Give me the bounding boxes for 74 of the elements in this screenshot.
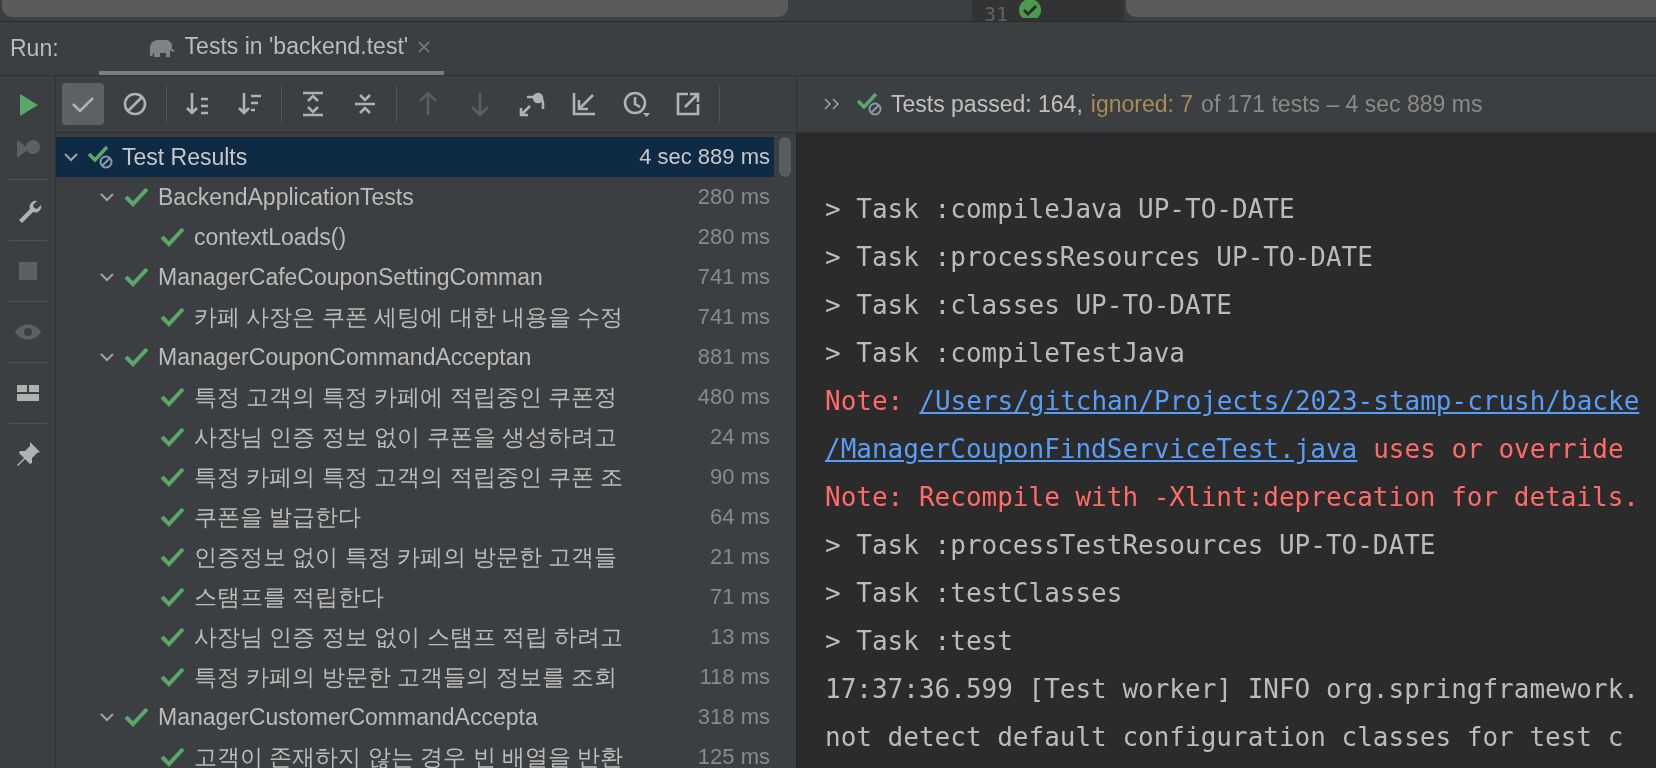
- tree-row[interactable]: ManagerCouponCommandAcceptan 881 ms: [56, 337, 774, 377]
- test-name: 사장님 인증 정보 없이 쿠폰을 생성하려고: [194, 422, 617, 452]
- status-text: Tests passed: 164,: [891, 90, 1083, 118]
- test-name: 쿠폰을 발급한다: [194, 502, 362, 532]
- test-name: 특정 카페의 특정 고객의 적립중인 쿠폰 조: [194, 462, 624, 492]
- console-line: Note: Recompile with -Xlint:deprecation for details.: [825, 482, 1639, 512]
- file-link[interactable]: /ManagerCouponFindServiceTest.java: [825, 434, 1358, 464]
- tree-row[interactable]: 고객이 존재하지 않는 경우 빈 배열을 반환 125 ms: [56, 737, 774, 768]
- test-duration: 280 ms: [696, 184, 770, 210]
- test-duration: 4 sec 889 ms: [638, 144, 770, 170]
- test-duration: 741 ms: [696, 304, 770, 330]
- tree-row[interactable]: BackendApplicationTests 280 ms: [56, 177, 774, 217]
- scrollbar[interactable]: [1126, 0, 1656, 17]
- status-text: of 171 tests – 4 sec 889 ms: [1201, 90, 1483, 118]
- scrollbar[interactable]: [2, 0, 788, 17]
- console-line: not detect default configuration classes for test c: [825, 722, 1624, 752]
- test-name: 특정 카페의 방문한 고객들의 정보를 조회: [194, 662, 617, 692]
- test-name: 특정 고객의 특정 카페에 적립중인 쿠폰정: [194, 382, 617, 412]
- panel-label: Run:: [10, 35, 59, 62]
- test-duration: 21 ms: [709, 544, 770, 570]
- test-duration: 64 ms: [709, 504, 770, 530]
- console-line: > Task :processResources UP-TO-DATE: [825, 242, 1373, 272]
- console-line: > Task :classes UP-TO-DATE: [825, 290, 1232, 320]
- test-name: 사장님 인증 정보 없이 스탬프 적립 하려고: [194, 622, 624, 652]
- tree-row[interactable]: ManagerCafeCouponSettingComman 741 ms: [56, 257, 774, 297]
- status-text: ignored: 7: [1090, 90, 1194, 118]
- tree-row[interactable]: contextLoads() 280 ms: [56, 217, 774, 257]
- console-line: > Task :processTestResources UP-TO-DATE: [825, 530, 1436, 560]
- test-duration: 24 ms: [709, 424, 770, 450]
- tree-row[interactable]: 사장님 인증 정보 없이 쿠폰을 생성하려고 24 ms: [56, 417, 774, 457]
- console-line: uses or override: [1373, 434, 1624, 464]
- tree-row[interactable]: 스탬프를 적립한다 71 ms: [56, 577, 774, 617]
- test-duration: 125 ms: [696, 744, 770, 768]
- test-duration: 881 ms: [696, 344, 770, 370]
- close-icon[interactable]: [416, 38, 433, 55]
- test-name: ManagerCafeCouponSettingComman: [158, 263, 543, 291]
- test-name: contextLoads(): [194, 223, 347, 251]
- console-line: > Task :compileJava UP-TO-DATE: [825, 194, 1295, 224]
- test-duration: 13 ms: [709, 624, 770, 650]
- console-line: > Task :test: [825, 626, 1013, 656]
- tree-row[interactable]: 인증정보 없이 특정 카페의 방문한 고객들 21 ms: [56, 537, 774, 577]
- test-name: 스탬프를 적립한다: [194, 582, 385, 612]
- tree-row[interactable]: 특정 카페의 방문한 고객들의 정보를 조회 118 ms: [56, 657, 774, 697]
- test-duration: 318 ms: [696, 704, 770, 730]
- tree-row[interactable]: 쿠폰을 발급한다 64 ms: [56, 497, 774, 537]
- test-duration: 90 ms: [709, 464, 770, 490]
- test-duration: 118 ms: [698, 664, 770, 690]
- test-duration: 480 ms: [696, 384, 770, 410]
- scrollbar-thumb[interactable]: [779, 137, 791, 177]
- tree-row[interactable]: 카페 사장은 쿠폰 세팅에 대한 내용을 수정 741 ms: [56, 297, 774, 337]
- console-line: > Task :compileTestJava: [825, 338, 1186, 368]
- tree-row[interactable]: 사장님 인증 정보 없이 스탬프 적립 하려고 13 ms: [56, 617, 774, 657]
- console-line: 17:37:36.599 [Test worker] INFO org.springframework.: [825, 674, 1639, 704]
- test-duration: 280 ms: [696, 224, 770, 250]
- tree-row[interactable]: Test Results 4 sec 889 ms: [56, 137, 774, 177]
- test-name: ManagerCouponCommandAcceptan: [158, 343, 532, 371]
- test-name: BackendApplicationTests: [158, 183, 414, 211]
- console-line: Note:: [825, 386, 904, 416]
- test-name: 카페 사장은 쿠폰 세팅에 대한 내용을 수정: [194, 302, 624, 332]
- file-link[interactable]: /Users/gitchan/Projects/2023-stamp-crush/backe: [919, 386, 1640, 416]
- tree-row[interactable]: 특정 고객의 특정 카페에 적립중인 쿠폰정 480 ms: [56, 377, 774, 417]
- test-name: 인증정보 없이 특정 카페의 방문한 고객들: [194, 542, 617, 572]
- tab[interactable]: Tests in 'backend.test': [98, 22, 445, 75]
- tab-label: Tests in 'backend.test': [184, 33, 409, 60]
- test-duration: 741 ms: [696, 264, 770, 290]
- more-icon[interactable]: [823, 97, 841, 111]
- test-name: 고객이 존재하지 않는 경우 빈 배열을 반환: [194, 742, 624, 768]
- test-name: Test Results: [122, 143, 248, 171]
- tree-row[interactable]: ManagerCustomerCommandAccepta 318 ms: [56, 697, 774, 737]
- show-passed-icon[interactable]: [62, 83, 104, 125]
- test-name: ManagerCustomerCommandAccepta: [158, 703, 538, 731]
- tree-row[interactable]: 특정 카페의 특정 고객의 적립중인 쿠폰 조 90 ms: [56, 457, 774, 497]
- test-duration: 71 ms: [709, 584, 770, 610]
- console-line: > Task :testClasses: [825, 578, 1123, 608]
